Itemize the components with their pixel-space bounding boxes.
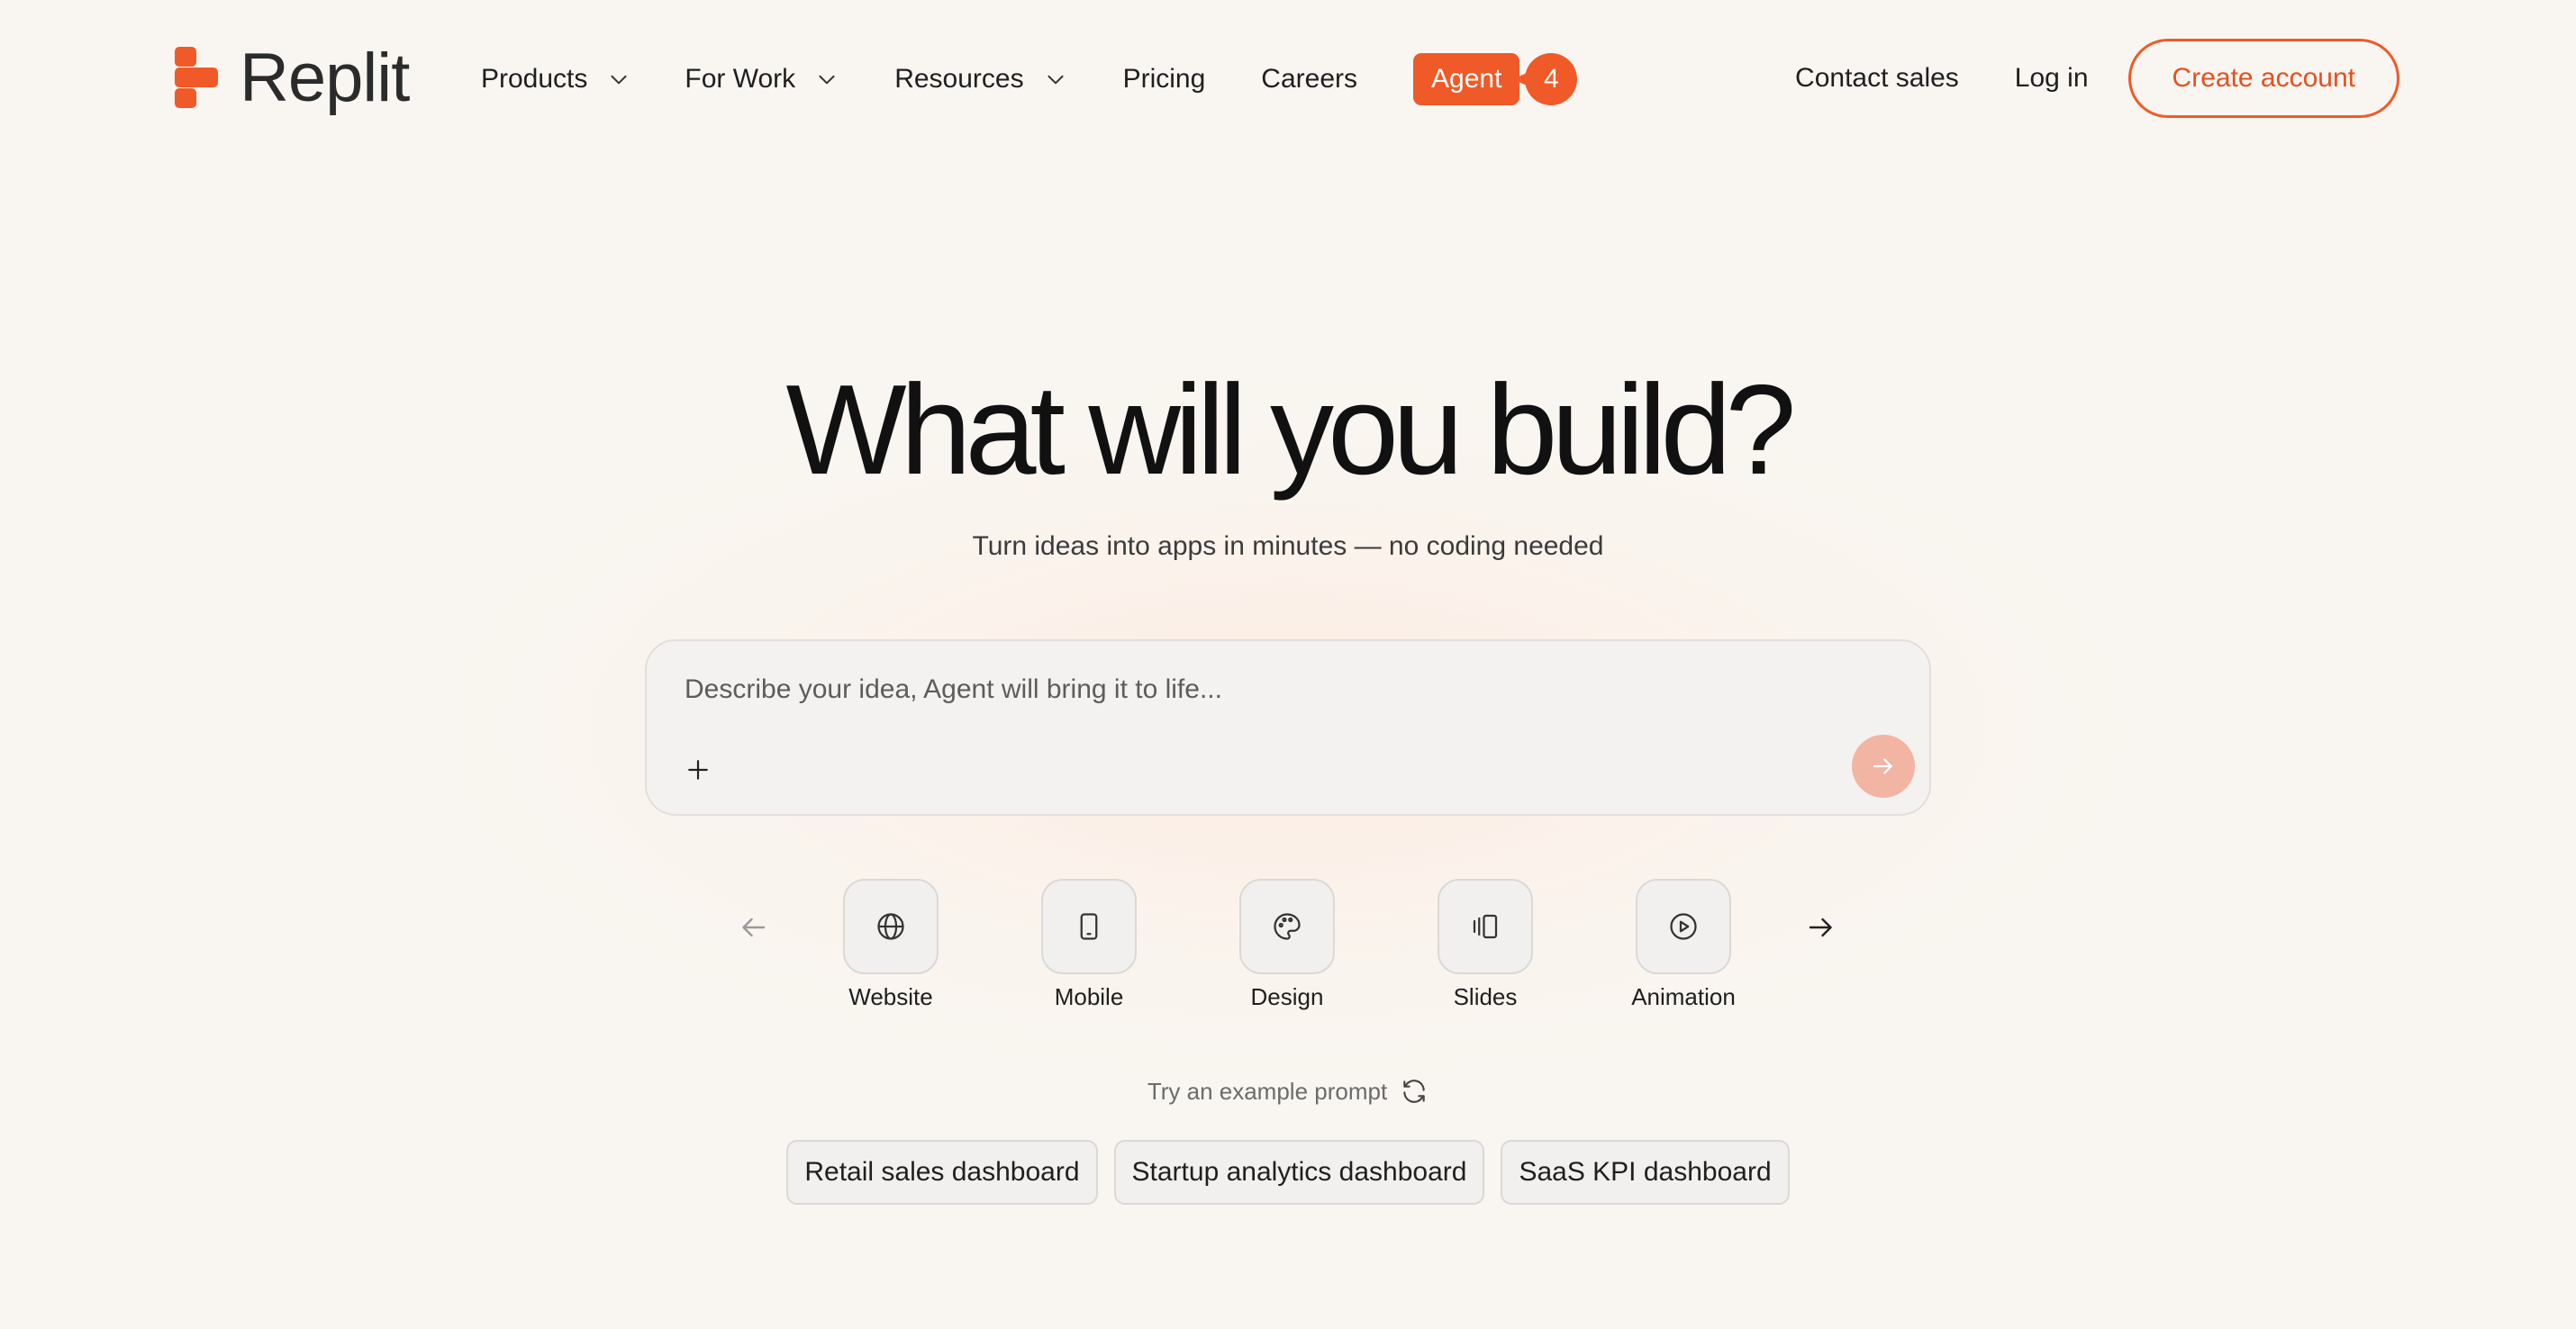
- replit-logo[interactable]: Replit: [175, 40, 410, 116]
- example-prompt-chip[interactable]: Retail sales dashboard: [786, 1140, 1098, 1205]
- nav-agent[interactable]: Agent 4: [1413, 53, 1578, 105]
- nav-pricing[interactable]: Pricing: [1123, 64, 1206, 95]
- play-icon: [1636, 879, 1731, 974]
- refresh-icon[interactable]: [1400, 1077, 1429, 1106]
- plus-icon: [688, 760, 708, 780]
- phone-icon: [1041, 879, 1137, 974]
- nav-resources[interactable]: Resources: [894, 64, 1066, 95]
- page-subtitle: Turn ideas into apps in minutes — no cod…: [972, 531, 1604, 561]
- nav-products[interactable]: Products: [481, 64, 630, 95]
- example-prompt-header: Try an example prompt: [0, 1077, 2576, 1106]
- carousel-next-arrow-icon[interactable]: [1805, 911, 1837, 944]
- chevron-down-icon: [1048, 75, 1064, 85]
- example-prompts: Retail sales dashboard Startup analytics…: [0, 1140, 2576, 1205]
- category-label: Website: [848, 983, 933, 1010]
- category-label: Mobile: [1054, 983, 1124, 1010]
- prompt-input[interactable]: [683, 674, 1854, 706]
- nav-for-work-label: For Work: [685, 64, 796, 94]
- send-button[interactable]: [1852, 735, 1915, 798]
- palette-icon: [1239, 879, 1335, 974]
- category-label: Design: [1250, 983, 1324, 1010]
- category-mobile[interactable]: Mobile: [999, 879, 1179, 1011]
- add-attachment-button[interactable]: [683, 755, 713, 785]
- create-account-button[interactable]: Create account: [2127, 39, 2399, 118]
- category-label: Animation: [1631, 983, 1736, 1010]
- chevron-down-icon: [611, 75, 627, 85]
- try-example-label: Try an example prompt: [1147, 1077, 1388, 1105]
- contact-sales-link[interactable]: Contact sales: [1795, 63, 1959, 94]
- nav-for-work[interactable]: For Work: [685, 64, 839, 95]
- example-prompt-chip[interactable]: Startup analytics dashboard: [1113, 1140, 1485, 1205]
- header: Replit Products For Work Resources Prici…: [0, 0, 2576, 158]
- prompt-box: [645, 639, 1931, 816]
- globe-icon: [843, 879, 939, 974]
- nav-resources-label: Resources: [894, 64, 1024, 94]
- log-in-link[interactable]: Log in: [2015, 63, 2089, 94]
- chevron-down-icon: [819, 75, 835, 85]
- agent-version-badge: 4: [1525, 53, 1578, 105]
- header-actions: Contact sales Log in Create account: [1795, 38, 2399, 119]
- logo-text: Replit: [240, 39, 410, 116]
- agent-button[interactable]: Agent: [1413, 53, 1520, 105]
- replit-logo-icon: [175, 47, 218, 108]
- category-website[interactable]: Website: [801, 879, 981, 1011]
- example-prompt-chip[interactable]: SaaS KPI dashboard: [1501, 1140, 1790, 1205]
- category-label: Slides: [1453, 983, 1518, 1010]
- slides-icon: [1438, 879, 1533, 974]
- page: Replit Products For Work Resources Prici…: [0, 0, 2576, 1329]
- carousel-prev-arrow-icon[interactable]: [737, 911, 769, 944]
- main-nav: Products For Work Resources Pricing Care…: [481, 52, 1578, 106]
- arrow-right-icon: [1873, 758, 1892, 774]
- category-animation[interactable]: Animation: [1593, 879, 1773, 1011]
- nav-products-label: Products: [481, 64, 588, 94]
- category-design[interactable]: Design: [1197, 879, 1377, 1011]
- category-carousel: Website Mobile Design Slides Animation: [0, 879, 2576, 1014]
- category-slides[interactable]: Slides: [1395, 879, 1575, 1011]
- page-title: What will you build?: [785, 358, 1797, 502]
- nav-careers[interactable]: Careers: [1261, 64, 1357, 95]
